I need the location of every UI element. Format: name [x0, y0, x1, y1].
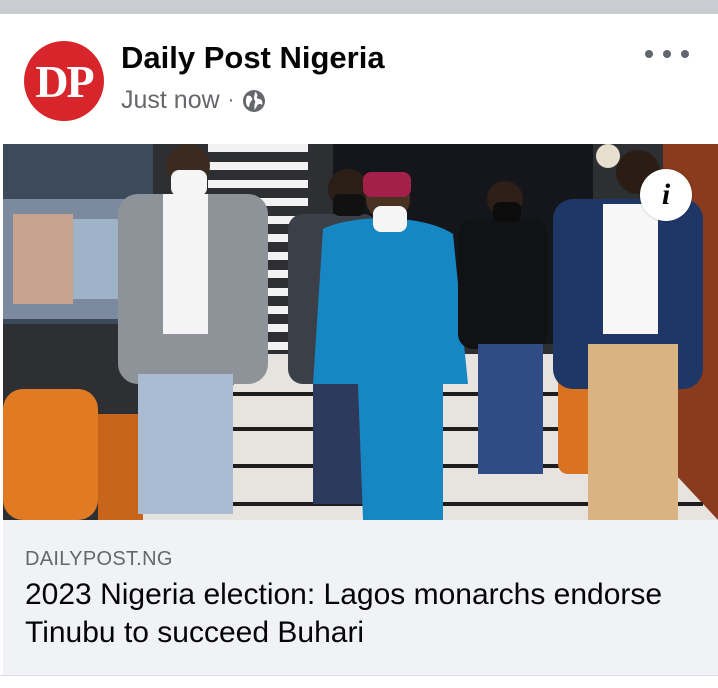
- more-dot: [663, 50, 671, 58]
- more-dot: [681, 50, 689, 58]
- more-dot: [645, 50, 653, 58]
- meta-separator: ·: [227, 89, 235, 111]
- globe-icon[interactable]: [242, 89, 266, 113]
- timestamp[interactable]: Just now: [121, 86, 220, 115]
- link-domain: DAILYPOST.NG: [25, 548, 173, 570]
- feed-separator-strip: [0, 0, 718, 14]
- post-meta: Just now ·: [121, 86, 266, 115]
- more-options-icon[interactable]: [645, 42, 689, 66]
- avatar-text: DP: [35, 55, 94, 107]
- info-icon[interactable]: i: [640, 169, 692, 221]
- divider: [0, 675, 718, 688]
- info-letter: i: [661, 178, 671, 211]
- page-name-link[interactable]: Daily Post Nigeria: [121, 40, 385, 76]
- page-avatar[interactable]: DP: [24, 41, 104, 121]
- post-photo[interactable]: [3, 144, 718, 520]
- link-preview[interactable]: DAILYPOST.NG 2023 Nigeria election: Lago…: [3, 520, 718, 675]
- link-headline[interactable]: 2023 Nigeria election: Lagos monarchs en…: [25, 576, 685, 652]
- post-header: DP Daily Post Nigeria Just now ·: [0, 14, 718, 144]
